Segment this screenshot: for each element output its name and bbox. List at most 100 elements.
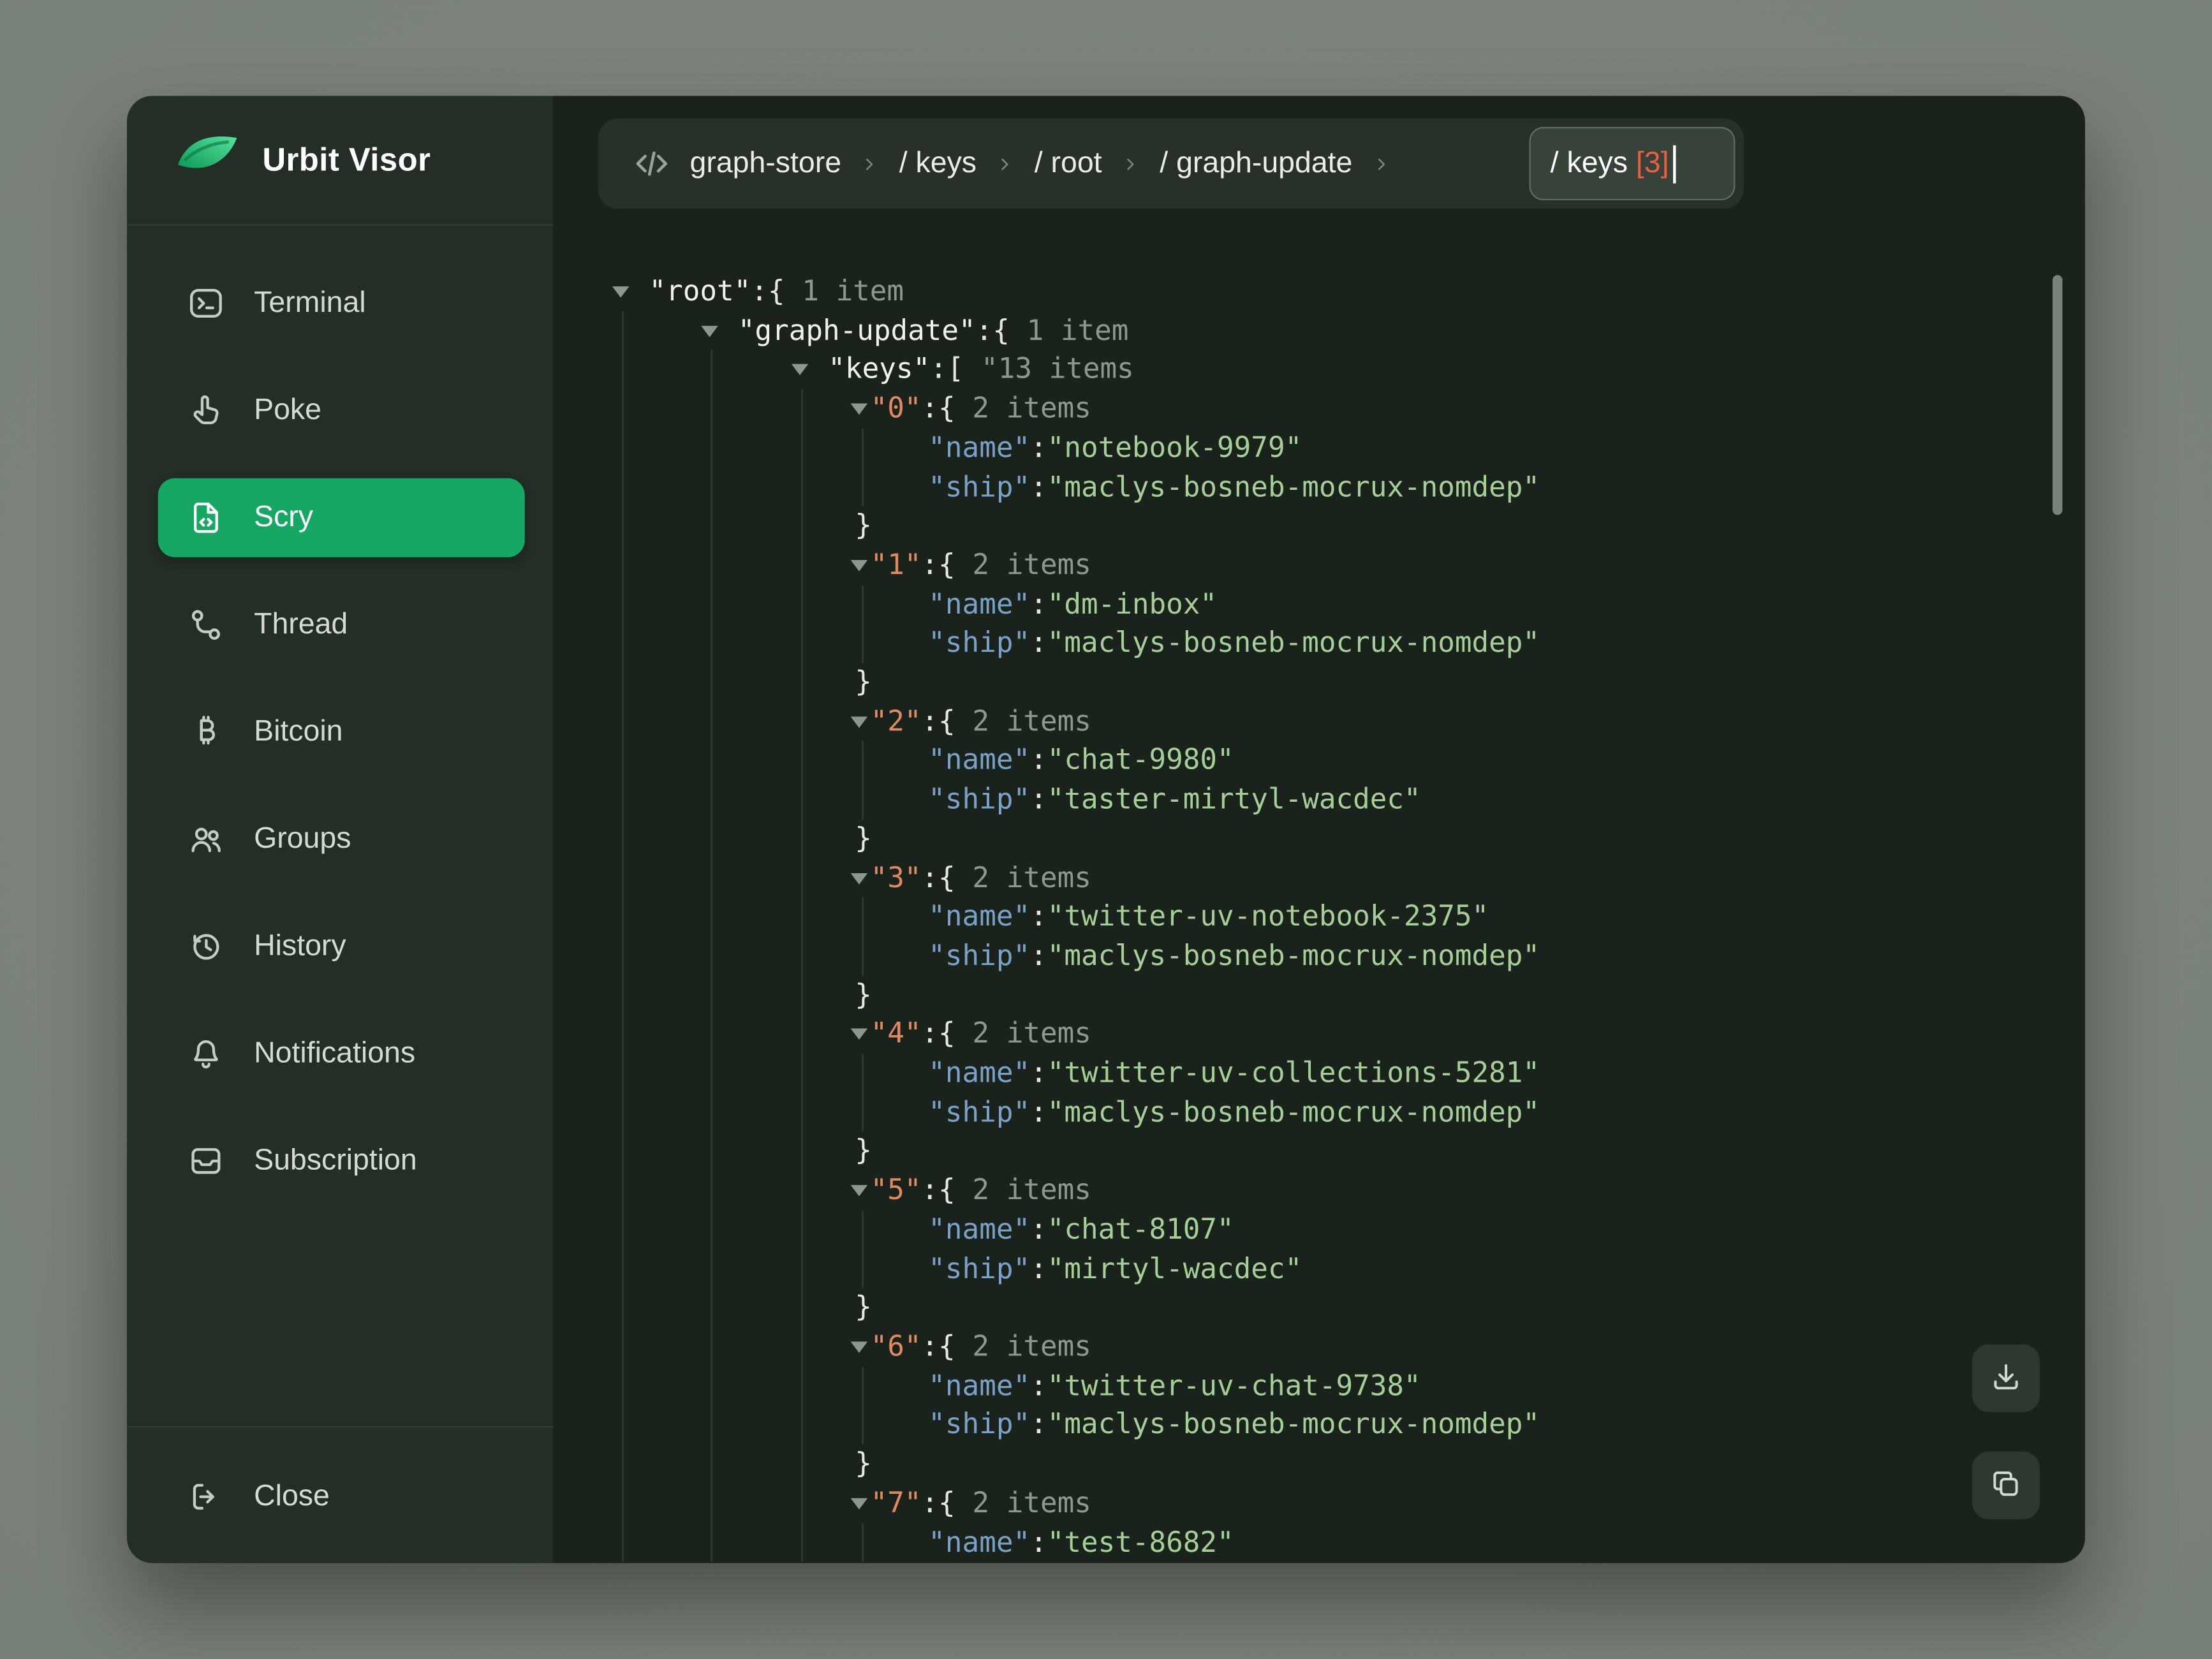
sidebar-item-label: Bitcoin: [254, 715, 343, 749]
sidebar-menu: Terminal Poke Scry Thread Bitcoin Groups Histo…: [127, 226, 553, 1426]
tree-branch: "keys":[ "13 items"0":{ 2 items"name":"n…: [711, 350, 1540, 1561]
terminal-icon: [188, 285, 225, 322]
sidebar-item-label: Groups: [254, 822, 351, 856]
sidebar-item-label: History: [254, 930, 346, 964]
tree-branch: "name":"dm-inbox""ship":"maclys-bosneb-m…: [862, 585, 1540, 663]
sidebar-item-close[interactable]: Close: [158, 1457, 525, 1537]
collapse-arrow-icon[interactable]: [851, 1029, 868, 1040]
sidebar-item-bitcoin[interactable]: Bitcoin: [158, 693, 525, 772]
scry-path-input-badge: [3]: [1636, 147, 1669, 181]
json-field-row: "name":"dm-inbox": [928, 585, 1540, 624]
json-close-row: }: [851, 976, 1540, 1015]
json-close-row: }: [851, 663, 1540, 702]
json-entry-row: "2":{ 2 items: [851, 702, 1540, 741]
copy-button[interactable]: [1972, 1452, 2040, 1519]
history-icon: [188, 928, 225, 965]
text-cursor-icon: [1673, 145, 1676, 183]
scrollbar-thumb[interactable]: [2053, 275, 2062, 515]
chevron-right-icon: [995, 153, 1016, 174]
collapse-arrow-icon[interactable]: [851, 873, 868, 884]
breadcrumb-segment-graph-update[interactable]: / graph-update: [1160, 147, 1352, 181]
json-object-row: "graph-update":{ 1 item: [701, 311, 1540, 350]
json-entry-row: "3":{ 2 items: [851, 859, 1540, 897]
collapse-arrow-icon[interactable]: [792, 365, 809, 376]
breadcrumb: graph-store / keys / root / graph-update / …: [598, 119, 1744, 209]
json-field-row: "ship":"maclys-bosneb-mocrux-nomdep": [928, 1406, 1540, 1445]
copy-icon: [1989, 1466, 2023, 1505]
json-field-row: "ship":"mirtyl-wacdec": [928, 1250, 1540, 1288]
json-entry-row: "5":{ 2 items: [851, 1171, 1540, 1210]
json-close-row: }: [851, 1445, 1540, 1484]
collapse-arrow-icon[interactable]: [701, 325, 718, 337]
poke-icon: [188, 392, 225, 429]
sidebar-item-scry[interactable]: Scry: [158, 478, 525, 557]
collapse-arrow-icon[interactable]: [612, 286, 630, 298]
notifications-icon: [188, 1035, 225, 1072]
tree-branch: "0":{ 2 items"name":"notebook-9979""ship…: [801, 390, 1540, 1562]
json-entry-row: "6":{ 2 items: [851, 1327, 1540, 1366]
scry-path-input-value: / keys: [1551, 147, 1636, 181]
sidebar-item-history[interactable]: History: [158, 907, 525, 986]
close-exit-icon: [188, 1478, 225, 1515]
sidebar-item-poke[interactable]: Poke: [158, 371, 525, 450]
json-field-row: "name":"test-8682": [928, 1523, 1540, 1562]
json-field-row: "ship":"taster-mirtyl-wacdec": [928, 780, 1540, 819]
json-close-row: }: [851, 1288, 1540, 1327]
collapse-arrow-icon[interactable]: [851, 560, 868, 571]
json-field-row: "name":"chat-9980": [928, 741, 1540, 780]
code-icon: [632, 144, 672, 184]
tree-branch: "name":"chat-9980""ship":"taster-mirtyl-…: [862, 741, 1540, 820]
screen: Urbit Visor Terminal Poke Scry Thread Bitcoi…: [0, 0, 2212, 1659]
breadcrumb-segment-keys[interactable]: / keys: [899, 147, 977, 181]
sidebar-item-subscription[interactable]: Subscription: [158, 1121, 525, 1200]
tree-branch: "name":"twitter-uv-chat-9738""ship":"mac…: [862, 1366, 1540, 1445]
urbit-visor-logo: [175, 129, 240, 190]
sidebar-item-label: Poke: [254, 394, 321, 427]
scry-path-input[interactable]: / keys [3]: [1529, 127, 1735, 200]
chevron-right-icon: [860, 153, 881, 174]
sidebar-item-label: Terminal: [254, 286, 366, 320]
breadcrumb-segment-root[interactable]: / root: [1035, 147, 1102, 181]
download-icon: [1989, 1359, 2023, 1397]
collapse-arrow-icon[interactable]: [851, 716, 868, 728]
json-close-row: }: [851, 506, 1540, 545]
collapse-arrow-icon[interactable]: [851, 1341, 868, 1353]
app-title: Urbit Visor: [262, 141, 431, 179]
sidebar-item-label: Notifications: [254, 1037, 415, 1071]
json-field-row: "name":"twitter-uv-collections-5281": [928, 1054, 1540, 1093]
json-array-row: "keys":[ "13 items: [792, 350, 1540, 389]
json-field-row: "ship":"maclys-bosneb-mocrux-nomdep": [928, 1093, 1540, 1132]
json-field-row: "name":"twitter-uv-notebook-2375": [928, 897, 1540, 936]
sidebar-footer: Close: [127, 1426, 553, 1563]
sidebar-item-label: Thread: [254, 608, 348, 642]
groups-icon: [188, 821, 225, 858]
subscription-icon: [188, 1142, 225, 1179]
download-button[interactable]: [1972, 1345, 2040, 1412]
json-entry-row: "0":{ 2 items: [851, 390, 1540, 429]
urbit-visor-window: Urbit Visor Terminal Poke Scry Thread Bitcoi…: [127, 96, 2085, 1563]
scry-icon: [188, 499, 225, 536]
tree-branch: "name":"twitter-uv-notebook-2375""ship":…: [862, 897, 1540, 976]
breadcrumb-segment-graph-store[interactable]: graph-store: [690, 147, 842, 181]
sidebar-item-groups[interactable]: Groups: [158, 800, 525, 879]
tree-branch: "name":"notebook-9979""ship":"maclys-bos…: [862, 429, 1540, 507]
tree-branch: "name":"chat-8107""ship":"mirtyl-wacdec": [862, 1210, 1540, 1288]
sidebar-item-label: Subscription: [254, 1144, 417, 1178]
collapse-arrow-icon[interactable]: [851, 1498, 868, 1509]
json-field-row: "ship":"maclys-bosneb-mocrux-nomdep": [928, 624, 1540, 663]
json-tree: "root":{ 1 item "graph-update":{ 1 item …: [612, 272, 1540, 1562]
json-close-row: }: [851, 1132, 1540, 1171]
brand: Urbit Visor: [127, 96, 553, 225]
json-entry-row: "4":{ 2 items: [851, 1015, 1540, 1054]
bitcoin-icon: [188, 714, 225, 751]
chevron-right-icon: [1371, 153, 1392, 174]
sidebar-item-notifications[interactable]: Notifications: [158, 1014, 525, 1093]
sidebar: Urbit Visor Terminal Poke Scry Thread Bitcoi…: [127, 96, 553, 1563]
collapse-arrow-icon[interactable]: [851, 404, 868, 415]
sidebar-item-thread[interactable]: Thread: [158, 586, 525, 665]
tree-branch: "name":"twitter-uv-collections-5281""shi…: [862, 1054, 1540, 1132]
json-field-row: "name":"chat-8107": [928, 1210, 1540, 1249]
sidebar-item-terminal[interactable]: Terminal: [158, 264, 525, 343]
tree-branch: "graph-update":{ 1 item "keys":[ "13 ite…: [622, 311, 1540, 1562]
collapse-arrow-icon[interactable]: [851, 1185, 868, 1197]
